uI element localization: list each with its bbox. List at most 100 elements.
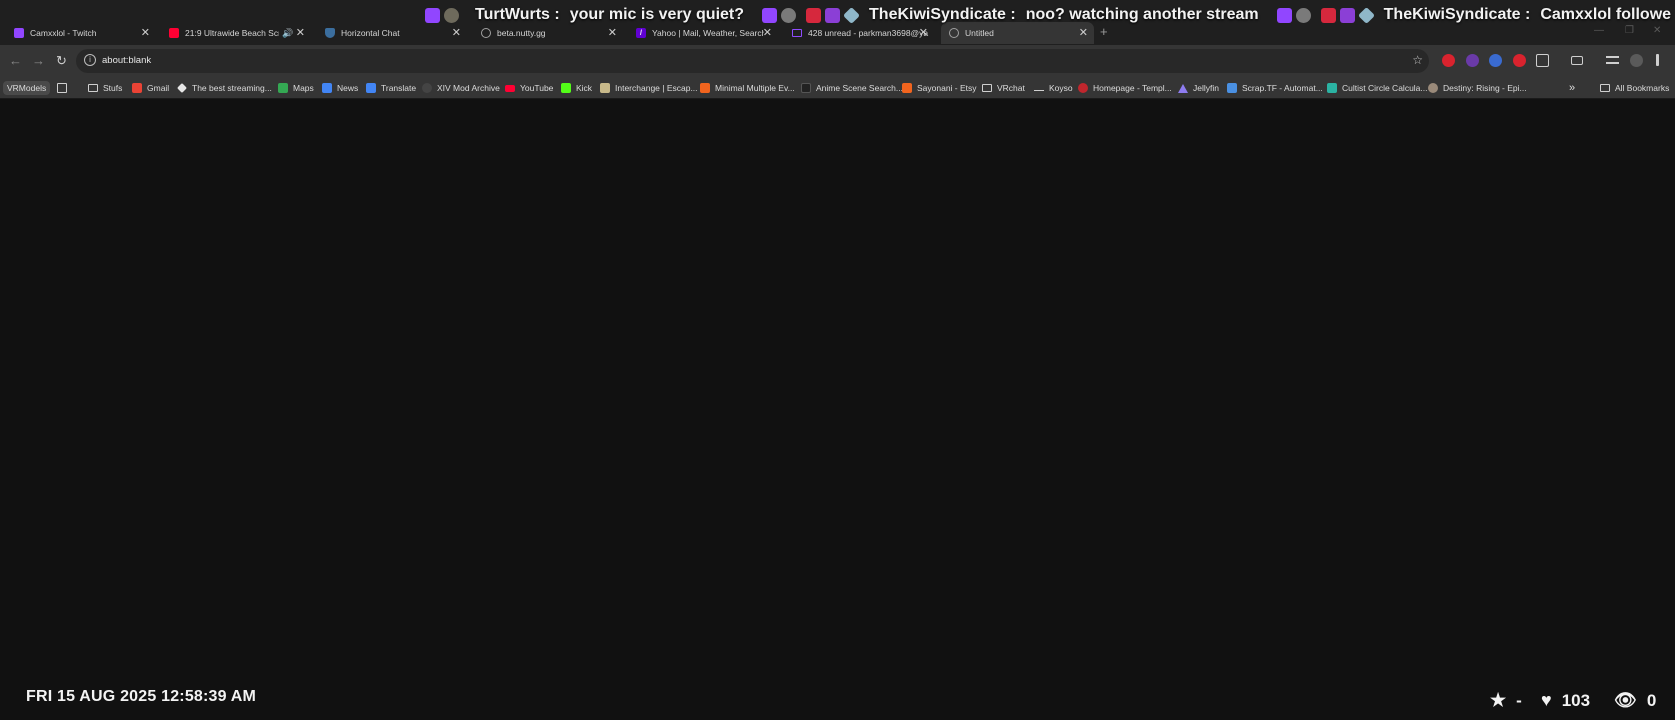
translate-icon (366, 83, 376, 93)
bookmark-apps[interactable] (57, 81, 72, 95)
tab-beach-screensaver[interactable]: 21:9 Ultrawide Beach Scree 🔊 ✕ (169, 22, 311, 44)
rating-value: - (1516, 690, 1522, 710)
bookmark-label: Gmail (147, 83, 170, 93)
chat-message: noo? watching another stream (1025, 6, 1259, 23)
close-icon[interactable]: ✕ (763, 26, 772, 39)
heart-icon: ♥ (1541, 690, 1552, 710)
adblock-extension-icon[interactable] (1442, 54, 1455, 67)
youtube-icon (169, 28, 179, 38)
browser-toolbar: ← → ↻ i about:blank ☆ (0, 45, 1675, 77)
bookmark-label: VRModels (7, 83, 47, 93)
bookmark-anime-scene-search[interactable]: Anime Scene Search... (801, 81, 903, 95)
maps-icon (278, 83, 288, 93)
bookmark-koyso[interactable]: Koyso (1034, 81, 1073, 95)
reload-button[interactable]: ↻ (56, 53, 67, 69)
bookmark-label: Sayonani - Etsy (917, 83, 977, 93)
chat-username: TheKiwiSyndicate : (1383, 6, 1531, 23)
bookmark-interchange[interactable]: Interchange | Escap... (600, 81, 698, 95)
bookmark-star-icon[interactable]: ☆ (1412, 53, 1423, 67)
bookmark-label: News (337, 83, 359, 93)
cast-icon[interactable] (1571, 56, 1583, 65)
diamond-badge-icon (1357, 6, 1375, 24)
bookmark-youtube[interactable]: YouTube (505, 81, 553, 95)
close-icon[interactable]: ✕ (1079, 26, 1088, 39)
folder-icon (982, 84, 992, 92)
gmail-icon (132, 83, 142, 93)
bookmark-folder-vrchat[interactable]: VRchat (982, 81, 1025, 95)
apps-grid-icon (57, 83, 67, 93)
tab-title: Yahoo | Mail, Weather, Search, I (652, 28, 764, 38)
bookmark-label: Scrap.TF - Automat... (1242, 83, 1323, 93)
bookmark-gmail[interactable]: Gmail (132, 81, 169, 95)
chevron-double-right-icon: » (1569, 82, 1576, 94)
bookmarks-bar: VRModels Stufs Gmail The best streaming.… (0, 77, 1675, 99)
folder-icon (1600, 84, 1610, 92)
bookmark-label: Translate (381, 83, 417, 93)
bookmarks-overflow-button[interactable]: » (1569, 81, 1575, 95)
tab-title: Untitled (965, 28, 994, 38)
tab-title: Camxxlol - Twitch (30, 28, 97, 38)
likes-count: 103 (1561, 690, 1591, 710)
speaker-icon[interactable]: 🔊 (282, 28, 293, 39)
profile-icon[interactable] (1630, 54, 1643, 67)
bookmark-label: YouTube (520, 83, 554, 93)
bookmark-label: Kick (576, 83, 593, 93)
badge-icon (781, 7, 797, 23)
bookmark-destiny-rising[interactable]: Destiny: Rising - Epi... (1428, 81, 1527, 95)
bookmark-label: Cultist Circle Calcula... (1342, 83, 1428, 93)
reading-list-icon[interactable] (1606, 56, 1619, 64)
bookmark-news[interactable]: News (322, 81, 358, 95)
shield-icon (325, 28, 335, 38)
bookmark-jellyfin[interactable]: Jellyfin (1178, 81, 1219, 95)
bookmark-cultist-circle[interactable]: Cultist Circle Calcula... (1327, 81, 1428, 95)
bookmark-label: Stufs (103, 83, 123, 93)
site-info-icon[interactable]: i (84, 54, 96, 66)
chat-message: Camxxlol followe (1540, 6, 1672, 23)
tab-title: 428 unread - parkman3698@ya (808, 28, 929, 38)
blank-page-content (0, 99, 1675, 720)
forward-button[interactable]: → (32, 53, 45, 68)
twitch-extension-icon[interactable] (1466, 54, 1479, 67)
close-icon[interactable]: ✕ (919, 26, 928, 39)
bookmark-kick[interactable]: Kick (561, 81, 592, 95)
menu-kebab-icon[interactable] (1656, 54, 1659, 66)
close-icon[interactable]: ✕ (608, 26, 617, 39)
folder-icon (88, 84, 98, 92)
bookmark-label: Minimal Multiple Ev... (715, 83, 795, 93)
camera-badge-icon (1320, 7, 1336, 23)
avatar-icon (1428, 83, 1438, 93)
close-icon[interactable]: ✕ (141, 26, 150, 39)
bookmark-label: Koyso (1049, 83, 1073, 93)
bookmark-scrap-tf[interactable]: Scrap.TF - Automat... (1227, 81, 1323, 95)
bookmark-homepage[interactable]: Homepage - Templ... (1078, 81, 1172, 95)
news-icon (322, 83, 332, 93)
overlay-likes: ♥ 103 (1541, 690, 1590, 711)
bookmark-label: Destiny: Rising - Epi... (1443, 83, 1527, 93)
bookmark-streaming[interactable]: The best streaming... (177, 81, 272, 95)
blue-extension-icon[interactable] (1489, 54, 1502, 67)
address-bar[interactable]: i about:blank ☆ (76, 49, 1429, 73)
tab-title: 21:9 Ultrawide Beach Scree (185, 28, 279, 38)
bookmark-vrmodels[interactable]: VRModels (3, 81, 51, 95)
yahoo-icon: / (636, 28, 646, 38)
close-icon[interactable]: ✕ (452, 26, 461, 39)
star-badge-icon (825, 7, 841, 23)
bookmark-minimal-multiple[interactable]: Minimal Multiple Ev... (700, 81, 795, 95)
chat-message: your mic is very quiet? (569, 6, 745, 23)
back-button[interactable]: ← (9, 53, 22, 68)
bookmark-label: VRchat (997, 83, 1025, 93)
download-extension-icon[interactable] (1513, 54, 1526, 67)
all-bookmarks-button[interactable]: All Bookmarks (1600, 81, 1669, 95)
url-text[interactable]: about:blank (102, 55, 151, 66)
tab-camxxlol[interactable]: Camxxlol - Twitch ✕ (12, 22, 156, 44)
bookmark-label: Maps (293, 83, 314, 93)
etsy-icon (700, 83, 710, 93)
close-icon[interactable]: ✕ (296, 26, 305, 39)
bookmark-sayonani-etsy[interactable]: Sayonani - Etsy (902, 81, 977, 95)
bookmark-translate[interactable]: Translate (366, 81, 416, 95)
bookmark-folder-stufs[interactable]: Stufs (88, 81, 122, 95)
bookmark-xiv-mod-archive[interactable]: XIV Mod Archive (422, 81, 500, 95)
bookmark-maps[interactable]: Maps (278, 81, 314, 95)
diamond-badge-icon (843, 6, 861, 24)
extensions-puzzle-icon[interactable] (1536, 54, 1549, 67)
